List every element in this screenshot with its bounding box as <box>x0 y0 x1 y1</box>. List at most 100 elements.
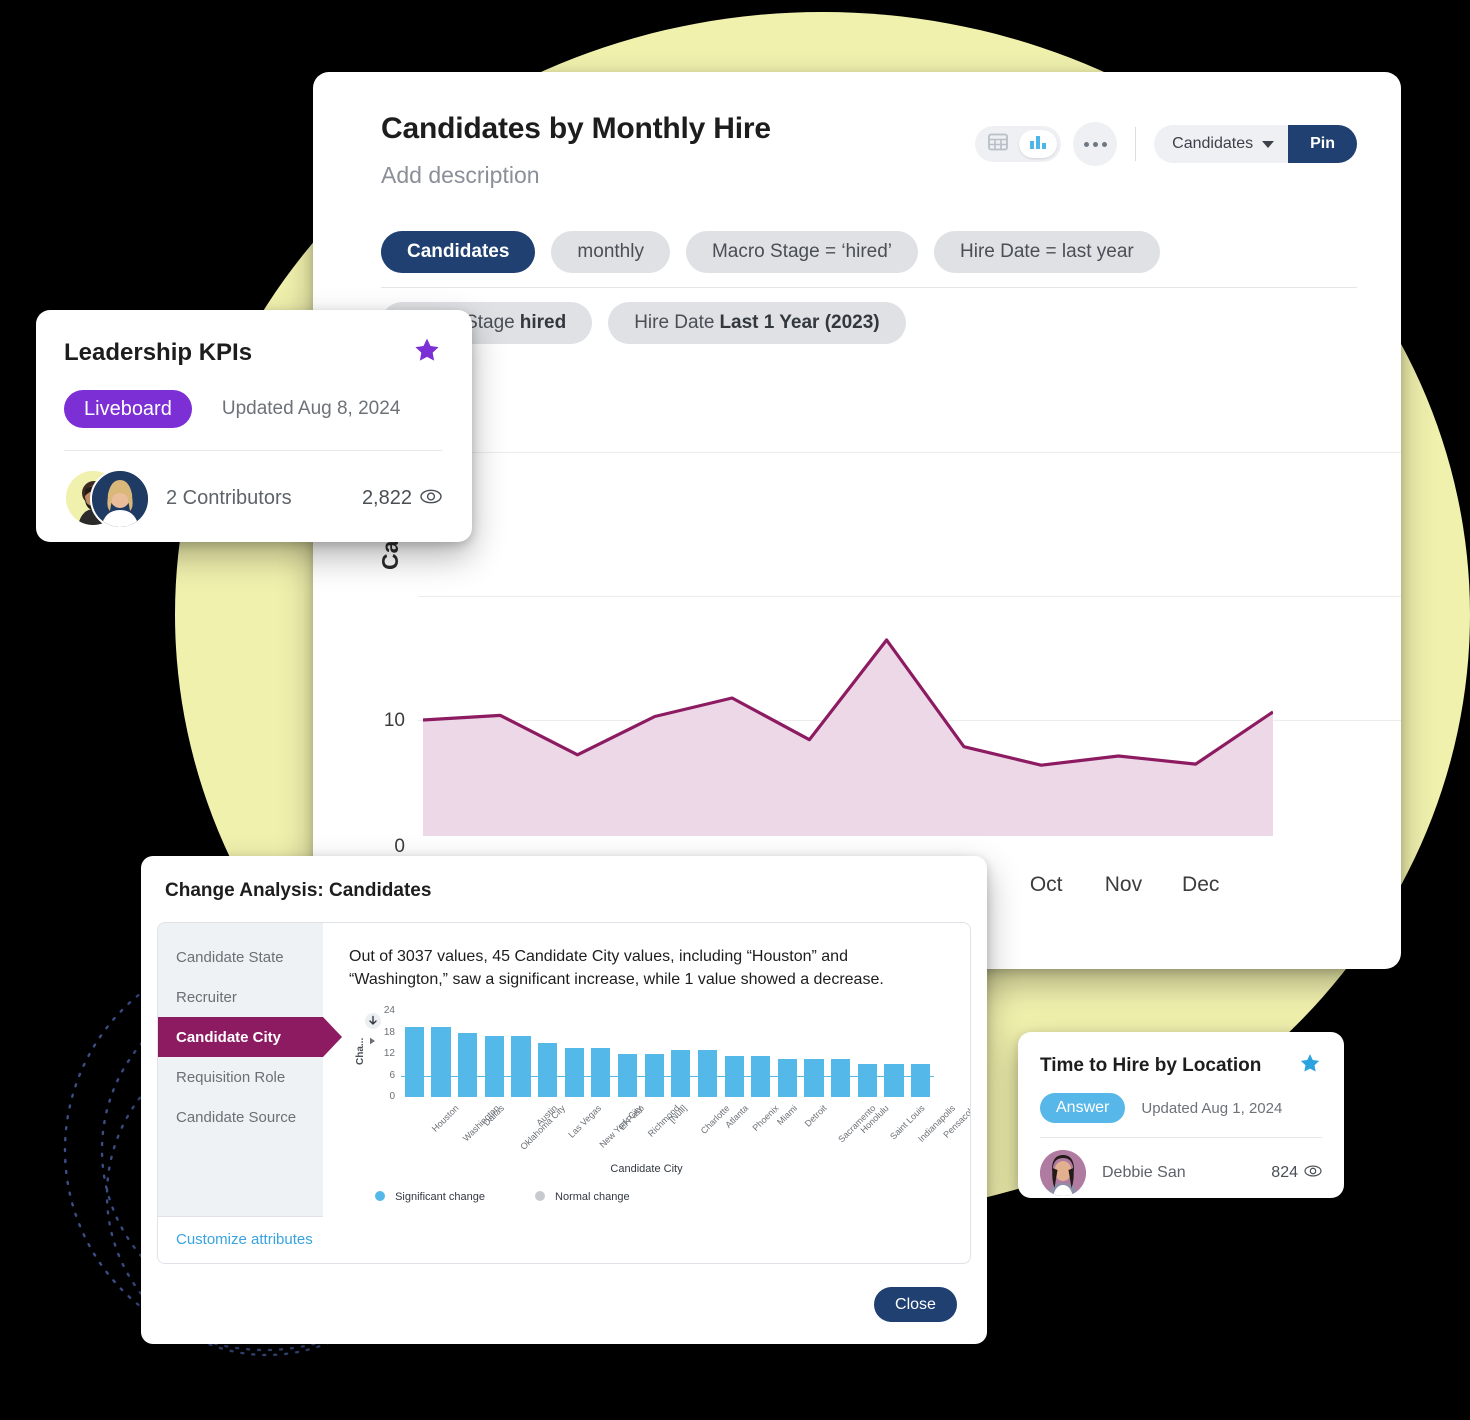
chip-candidates[interactable]: Candidates <box>381 231 536 273</box>
source-selector[interactable]: Candidates <box>1154 125 1289 163</box>
more-options-icon <box>1101 141 1107 147</box>
y-tick-0: 0 <box>394 836 405 857</box>
y-tick-10: 10 <box>383 710 405 731</box>
leadership-kpis-title: Leadership KPIs <box>64 339 253 366</box>
bar-houston[interactable] <box>404 1027 424 1098</box>
view-count: 2,822 <box>362 487 442 510</box>
view-mode-toggle[interactable] <box>975 126 1062 162</box>
mini-chart-bars <box>401 1011 934 1098</box>
customize-attributes-link[interactable]: Customize attributes <box>176 1231 313 1248</box>
close-button[interactable]: Close <box>874 1287 957 1322</box>
mini-x-label-oklahoma-city: Oklahoma City <box>517 1103 567 1153</box>
legend-swatch <box>375 1191 385 1201</box>
attribute-sidebar: Candidate State Recruiter Candidate City Re… <box>158 923 342 1263</box>
bar-chart-view-icon <box>1028 133 1048 156</box>
attribute-list: Candidate State Recruiter Candidate City Re… <box>158 923 342 1216</box>
bar-atlanta[interactable] <box>697 1050 718 1098</box>
chips-divider <box>381 287 1357 288</box>
mini-chart-legend: Significant change Normal change <box>375 1191 630 1203</box>
attribute-item-candidate-state[interactable]: Candidate State <box>158 937 323 977</box>
attribute-item-label: Recruiter <box>176 988 237 1006</box>
mini-chart-y-axis-label: Cha... <box>355 1038 366 1066</box>
applied-filter-hire-date-value: Last 1 Year (2023) <box>719 312 880 333</box>
bar-indianapolis[interactable] <box>884 1064 904 1098</box>
attribute-item-candidate-city[interactable]: Candidate City <box>158 1017 342 1057</box>
mini-x-label-houston: Houston <box>430 1103 461 1135</box>
leadership-kpis-updated: Updated Aug 8, 2024 <box>221 398 401 419</box>
bar-charlotte[interactable] <box>671 1050 691 1098</box>
chart-view-button[interactable] <box>1019 130 1058 158</box>
table-view-button[interactable] <box>979 130 1017 158</box>
applied-filter-hire-date[interactable]: Hire Date Last 1 Year (2023) <box>608 302 906 344</box>
change-analysis-title: Change Analysis: Candidates <box>165 880 432 901</box>
table-view-icon <box>988 133 1009 156</box>
more-options-button[interactable] <box>1073 122 1118 166</box>
mini-x-label-las-vegas: Las Vegas <box>566 1103 604 1141</box>
attribute-item-label: Candidate City <box>176 1028 282 1046</box>
bar-oklahoma-city[interactable] <box>484 1036 504 1098</box>
card-divider <box>1040 1137 1322 1138</box>
x-tick-oct: Oct <box>1029 873 1063 896</box>
bar-las-vegas[interactable] <box>537 1043 558 1098</box>
time-to-hire-card[interactable]: Time to Hire by Location Answer Updated … <box>1018 1032 1344 1198</box>
avatar[interactable] <box>1040 1150 1086 1196</box>
time-to-hire-updated: Updated Aug 1, 2024 <box>1141 1099 1283 1117</box>
filter-chips-row-applied: Macro Stage hired Hire Date Last 1 Year … <box>381 302 1357 344</box>
legend-item-normal: Normal change <box>534 1191 630 1203</box>
attribute-item-recruiter[interactable]: Recruiter <box>158 977 323 1017</box>
applied-filter-hire-date-prefix: Hire Date <box>634 312 715 333</box>
star-icon[interactable] <box>412 336 442 370</box>
attribute-item-requisition-role[interactable]: Requisition Role <box>158 1057 323 1097</box>
line-area-chart[interactable]: Candidates 10 0 JanFebMarAprMayJunAugSep… <box>313 430 1401 930</box>
bar-washington[interactable] <box>431 1027 451 1098</box>
attribute-item-label: Requisition Role <box>176 1068 286 1086</box>
canvas: Candidates by Monthly Hire Add descripti… <box>0 0 1470 1420</box>
attribute-item-label: Candidate State <box>176 948 284 966</box>
bar-dallas[interactable] <box>458 1033 478 1098</box>
bar-saint-louis[interactable] <box>857 1064 877 1098</box>
bar-honolulu[interactable] <box>831 1059 851 1098</box>
bar-detroit[interactable] <box>777 1059 798 1098</box>
bar-pensacola[interactable] <box>911 1064 931 1098</box>
chip-macro-stage[interactable]: Macro Stage = ‘hired’ <box>685 231 919 273</box>
view-count: 824 <box>1271 1164 1322 1182</box>
change-analysis-bar-chart[interactable]: Cha... 0 6 12 18 24 Houston Washington Dallas O… <box>349 1005 970 1152</box>
contributors-label: 2 Contributors <box>166 486 292 509</box>
leadership-kpis-card[interactable]: Leadership KPIs Liveboard Updated Aug 8,… <box>36 310 472 542</box>
mini-chart-baseline <box>401 1075 934 1077</box>
answer-badge[interactable]: Answer <box>1040 1093 1126 1123</box>
mini-y-tick-24: 24 <box>383 1005 395 1017</box>
more-options-icon <box>1092 141 1098 147</box>
area-series <box>423 638 1273 836</box>
mini-y-tick-6: 6 <box>389 1069 395 1081</box>
star-icon[interactable] <box>1298 1052 1322 1080</box>
x-tick-dec: Dec <box>1182 873 1220 896</box>
avatar <box>90 469 150 529</box>
mini-y-tick-18: 18 <box>383 1026 395 1038</box>
chip-hire-date[interactable]: Hire Date = last year <box>934 231 1160 273</box>
chevron-down-icon <box>1262 140 1275 148</box>
attribute-item-candidate-source[interactable]: Candidate Source <box>158 1097 323 1137</box>
bar-el-paso[interactable] <box>591 1048 611 1098</box>
chip-monthly[interactable]: monthly <box>551 231 670 273</box>
change-analysis-description: Out of 3037 values, 45 Candidate City va… <box>349 948 884 989</box>
bar-new-york-city[interactable] <box>564 1048 584 1098</box>
author-name: Debbie San <box>1102 1164 1186 1181</box>
pin-button[interactable]: Pin <box>1288 125 1357 163</box>
description-placeholder[interactable]: Add description <box>381 162 771 189</box>
candidates-chart-card: Candidates by Monthly Hire Add descripti… <box>313 72 1401 969</box>
view-count-value: 2,822 <box>361 486 412 509</box>
applied-filter-macro-stage-value: hired <box>519 312 567 333</box>
time-to-hire-title: Time to Hire by Location <box>1040 1055 1262 1076</box>
customize-attributes-footer: Customize attributes <box>158 1216 323 1263</box>
more-options-icon <box>1083 141 1089 147</box>
bar-austin[interactable] <box>511 1036 531 1098</box>
contributor-avatars[interactable] <box>64 469 150 529</box>
mini-y-tick-12: 12 <box>383 1048 395 1060</box>
bar-sacramento[interactable] <box>804 1059 824 1098</box>
mini-y-tick-0: 0 <box>389 1091 395 1103</box>
card-divider <box>64 450 442 451</box>
legend-label: Significant change <box>395 1191 485 1203</box>
liveboard-badge[interactable]: Liveboard <box>64 390 192 428</box>
mini-chart-x-axis-title: Candidate City <box>610 1163 683 1175</box>
